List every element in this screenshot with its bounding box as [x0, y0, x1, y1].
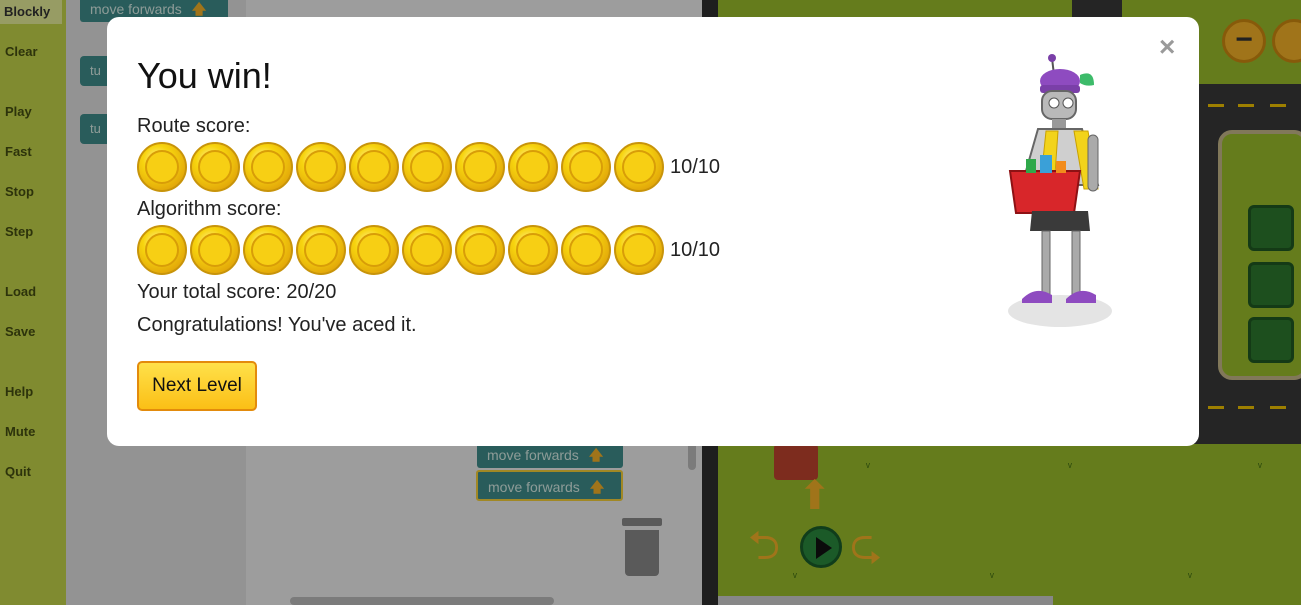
- dialog-title: You win!: [137, 55, 272, 96]
- gold-coin-icon: [296, 225, 346, 275]
- gold-coin-icon: [508, 225, 558, 275]
- total-score: Your total score: 20/20: [137, 281, 337, 303]
- gold-coin-icon: [402, 225, 452, 275]
- next-level-button[interactable]: Next Level: [137, 361, 257, 411]
- gold-coin-icon: [561, 142, 611, 192]
- gold-coin-icon: [614, 225, 664, 275]
- gold-coin-icon: [349, 142, 399, 192]
- gold-coin-icon: [243, 225, 293, 275]
- gold-coin-icon: [190, 225, 240, 275]
- gold-coin-icon: [349, 225, 399, 275]
- gold-coin-icon: [561, 225, 611, 275]
- gold-coin-icon: [508, 142, 558, 192]
- gold-coin-icon: [402, 142, 452, 192]
- route-score-row: 10/10: [137, 142, 720, 192]
- win-dialog: × You win! Route score: 10/10 Algorithm …: [107, 17, 1199, 446]
- congratulations-message: Congratulations! You've aced it.: [137, 314, 417, 336]
- algorithm-score-row: 10/10: [137, 225, 720, 275]
- gold-coin-icon: [614, 142, 664, 192]
- close-icon[interactable]: ×: [1159, 31, 1175, 63]
- algorithm-score-value: 10/10: [670, 238, 721, 261]
- gold-coin-icon: [137, 142, 187, 192]
- gold-coin-icon: [455, 142, 505, 192]
- robot-character-icon: [1008, 54, 1112, 327]
- route-score-value: 10/10: [670, 155, 721, 178]
- route-score-label: Route score:: [137, 115, 251, 137]
- gold-coin-icon: [455, 225, 505, 275]
- gold-coin-icon: [137, 225, 187, 275]
- algorithm-score-label: Algorithm score:: [137, 198, 282, 220]
- gold-coin-icon: [190, 142, 240, 192]
- gold-coin-icon: [296, 142, 346, 192]
- gold-coin-icon: [243, 142, 293, 192]
